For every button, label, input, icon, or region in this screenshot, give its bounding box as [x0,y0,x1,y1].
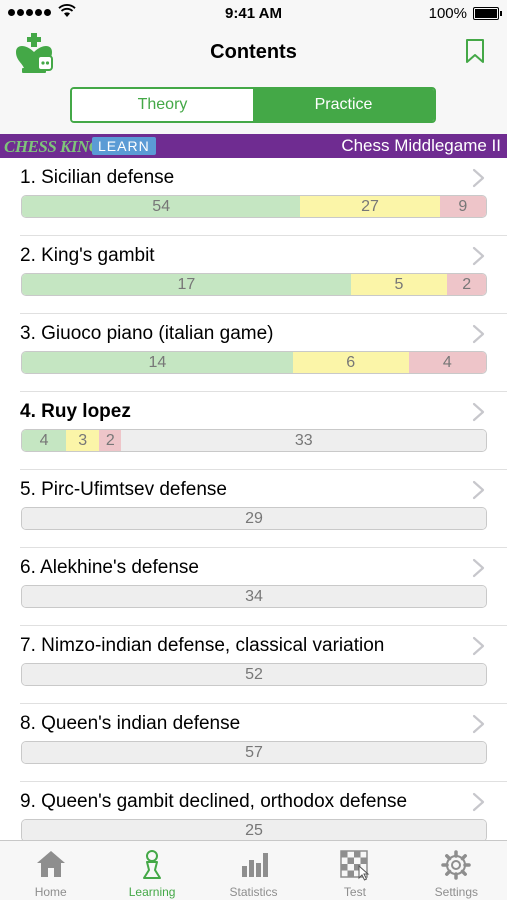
chevron-right-icon[interactable] [472,168,485,188]
failed-segment: 4 [408,352,486,373]
segment-theory[interactable]: Theory [72,89,253,121]
segment-practice[interactable]: Practice [253,89,434,121]
chapter-row[interactable]: 6. Alekhine's defense 34 [0,548,507,626]
solved-segment: 17 [22,274,351,295]
tab-statistics-label: Statistics [229,885,278,899]
course-banner: CHESS KING LEARN Chess Middlegame II [0,134,507,158]
chevron-right-icon[interactable] [472,246,485,266]
failed-segment: 2 [447,274,486,295]
progress-bar: 54 27 9 [21,195,487,218]
navigation-bar: Contents [0,28,507,78]
tab-statistics[interactable]: Statistics [203,841,304,900]
tab-home-label: Home [34,885,67,899]
page-title: Contents [210,41,297,63]
learn-badge: LEARN [92,137,156,155]
progress-bar: 25 [21,819,487,840]
chevron-right-icon[interactable] [472,636,485,656]
chapter-title: 2. King's gambit [20,245,155,266]
chevron-right-icon[interactable] [472,324,485,344]
unsolved-segment: 52 [22,664,486,685]
chevron-right-icon[interactable] [472,402,485,422]
partial-segment: 27 [300,196,440,217]
battery-percent: 100% [428,5,467,22]
solved-segment: 54 [22,196,301,217]
chapter-title: 9. Queen's gambit declined, orthodox def… [20,791,408,812]
unsolved-segment: 25 [22,820,486,840]
chapter-list: 1. Sicilian defense 54 27 9 2. King's gambit… [0,158,507,840]
tab-settings-label: Settings [434,885,478,899]
unsolved-segment: 33 [121,430,486,451]
chapter-row[interactable]: 2. King's gambit 17 5 2 [0,236,507,314]
battery-icon [473,7,502,20]
chevron-right-icon[interactable] [472,558,485,578]
segment-area: Theory Practice [0,78,507,134]
tab-home[interactable]: Home [0,841,101,900]
tab-settings[interactable]: Settings [406,841,507,900]
bookmark-icon[interactable] [465,38,485,64]
chapter-title: 8. Queen's indian defense [20,713,241,734]
chapter-title: 4. Ruy lopez [20,401,131,422]
chevron-right-icon[interactable] [472,714,485,734]
tab-learning-label: Learning [128,885,176,899]
tab-test[interactable]: Test [304,841,405,900]
chapter-row[interactable]: 5. Pirc-Ufimtsev defense 29 [0,470,507,548]
chapter-row[interactable]: 3. Giuoco piano (italian game) 14 6 4 [0,314,507,392]
progress-bar: 17 5 2 [21,273,487,296]
progress-bar: 57 [21,741,487,764]
progress-bar: 34 [21,585,487,608]
status-bar: 9:41 AM 100% [0,0,507,28]
tab-test-label: Test [343,885,366,899]
unsolved-segment: 34 [22,586,486,607]
chapter-row[interactable]: 8. Queen's indian defense 57 [0,704,507,782]
chapter-row[interactable]: 4. Ruy lopez 4 3 2 33 [0,392,507,470]
progress-bar: 14 6 4 [21,351,487,374]
failed-segment: 2 [99,430,122,451]
gear-icon [441,850,472,880]
partial-segment: 5 [350,274,448,295]
partial-segment: 3 [66,430,100,451]
home-icon [36,851,65,877]
tab-learning[interactable]: Learning [101,841,202,900]
chapter-title: 1. Sicilian defense [20,167,175,188]
chapter-title: 5. Pirc-Ufimtsev defense [20,479,227,500]
tab-bar: Home Learning Statistics Test Settings [0,840,507,900]
chessboard-icon [340,850,370,881]
solved-segment: 4 [22,430,67,451]
failed-segment: 9 [439,196,486,217]
chapter-row[interactable]: 9. Queen's gambit declined, orthodox def… [0,782,507,840]
chevron-right-icon[interactable] [472,480,485,500]
theory-practice-switch: Theory Practice [70,87,436,123]
pawn-icon [143,850,162,879]
unsolved-segment: 29 [22,508,486,529]
solved-segment: 14 [22,352,293,373]
chapter-row[interactable]: 7. Nimzo-indian defense, classical varia… [0,626,507,704]
progress-bar: 52 [21,663,487,686]
course-title: Chess Middlegame II [341,136,501,155]
bar-chart-icon [241,853,268,877]
progress-bar: 4 3 2 33 [21,429,487,452]
brand-logo-text: CHESS KING [4,137,101,156]
partial-segment: 6 [292,352,409,373]
chevron-right-icon[interactable] [472,792,485,812]
chapter-title: 7. Nimzo-indian defense, classical varia… [20,635,385,656]
chapter-title: 6. Alekhine's defense [20,557,199,578]
chapter-title: 3. Giuoco piano (italian game) [20,323,274,344]
chapter-row[interactable]: 1. Sicilian defense 54 27 9 [0,158,507,236]
unsolved-segment: 57 [22,742,486,763]
progress-bar: 29 [21,507,487,530]
